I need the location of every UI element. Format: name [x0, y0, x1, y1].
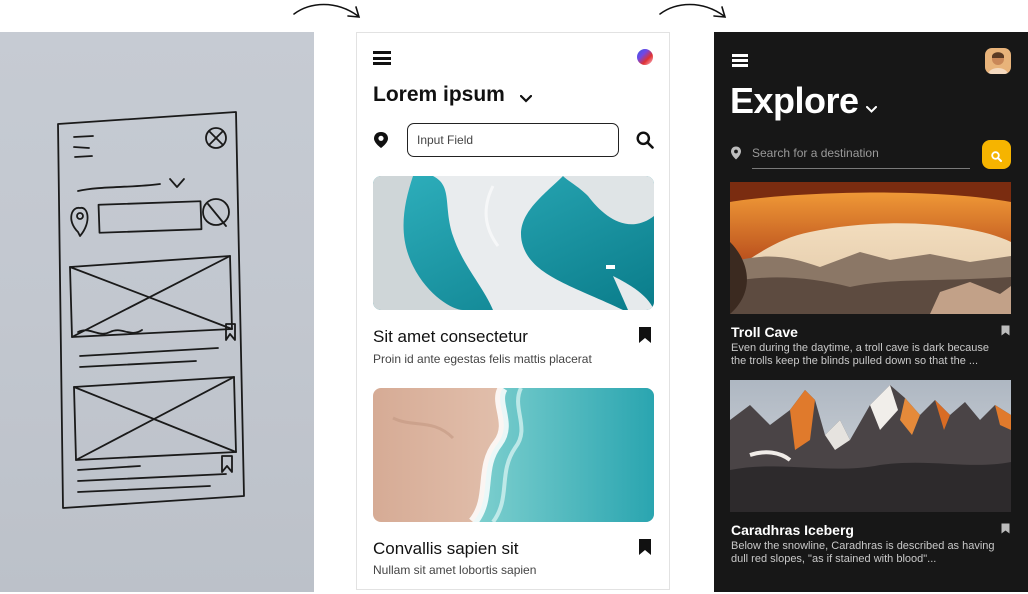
card-title: Convallis sapien sit — [373, 539, 519, 558]
card-title: Sit amet consectetur — [373, 327, 528, 346]
map-pin-icon — [730, 146, 742, 165]
page-title: Lorem ipsum — [373, 83, 505, 106]
arrow-icon — [292, 0, 364, 24]
final-design-screen: Explore Search for a destination Troll C… — [714, 32, 1028, 592]
card-image[interactable] — [730, 380, 1011, 512]
avatar[interactable] — [985, 48, 1011, 74]
search-icon[interactable] — [636, 131, 654, 154]
hand-sketch-photo — [0, 32, 314, 592]
card-title: Caradhras Iceberg — [731, 522, 854, 538]
bookmark-icon[interactable] — [1001, 323, 1010, 341]
card-subtitle: Nullam sit amet lobortis sapien — [373, 563, 537, 577]
search-input[interactable] — [407, 123, 619, 157]
page-title: Explore — [730, 80, 859, 121]
card-description: Even during the daytime, a troll cave is… — [731, 342, 990, 367]
chevron-down-icon[interactable] — [519, 90, 533, 108]
search-icon — [991, 149, 1002, 167]
bookmark-icon[interactable] — [638, 538, 652, 561]
card-description: Below the snowline, Caradhras is describ… — [731, 540, 995, 565]
chevron-down-icon[interactable] — [866, 100, 877, 118]
card-title: Troll Cave — [731, 324, 798, 340]
card-image[interactable] — [730, 182, 1011, 314]
hamburger-icon[interactable] — [732, 54, 748, 67]
arrow-icon — [658, 0, 730, 24]
search-button[interactable] — [982, 140, 1011, 169]
search-input[interactable]: Search for a destination — [752, 146, 879, 160]
card-image[interactable] — [373, 388, 654, 522]
wireframe-screen: Lorem ipsum Sit amet consectetur Proin i… — [356, 32, 670, 590]
avatar[interactable] — [637, 49, 653, 65]
hamburger-icon[interactable] — [373, 51, 391, 65]
card-image[interactable] — [373, 176, 654, 310]
bookmark-icon[interactable] — [638, 326, 652, 349]
bookmark-icon[interactable] — [1001, 521, 1010, 539]
search-underline — [752, 168, 970, 169]
card-subtitle: Proin id ante egestas felis mattis place… — [373, 352, 592, 366]
map-pin-icon — [373, 131, 389, 154]
